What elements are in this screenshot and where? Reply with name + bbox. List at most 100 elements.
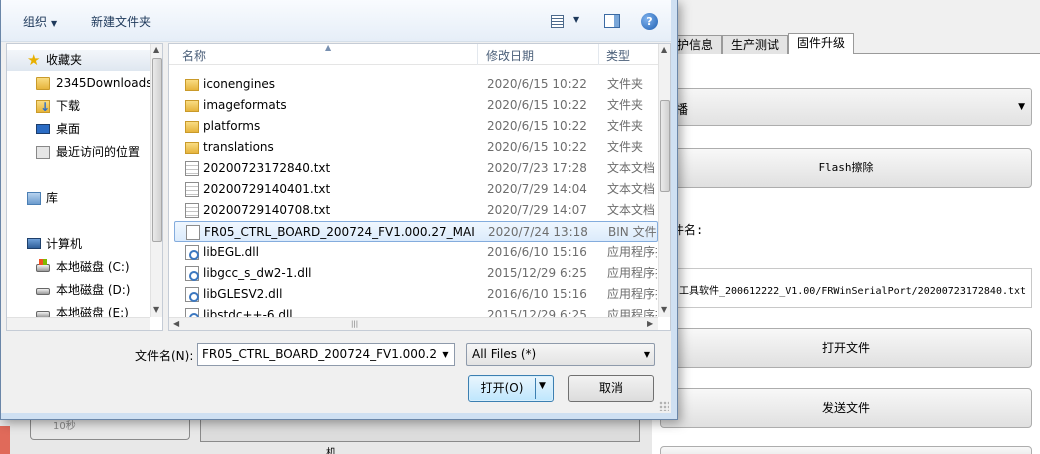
folder-icon: [185, 142, 199, 154]
file-name: 20200729140708.txt: [203, 203, 331, 217]
nav-computer-label: 计算机: [46, 237, 83, 251]
background-corner-decoration: [0, 426, 10, 454]
file-date: 2020/7/29 14:07: [487, 203, 587, 217]
folder-icon: [185, 121, 199, 133]
file-path-field[interactable]: 工具软件_200612222_V1.00/FRWinSerialPort/202…: [660, 268, 1032, 308]
help-icon[interactable]: ?: [641, 13, 658, 30]
column-header-name[interactable]: 名称: [182, 47, 206, 64]
file-row[interactable]: 20200729140401.txt 2020/7/29 14:04 文本文档: [174, 179, 658, 200]
scrollbar-thumb[interactable]: [152, 58, 162, 242]
open-split-button[interactable]: 打开(O) ▼: [468, 375, 554, 402]
file-row[interactable]: libEGL.dll 2016/6/10 15:16 应用程序扩展: [174, 242, 658, 263]
file-name: libEGL.dll: [203, 245, 259, 259]
nav-libraries-header[interactable]: 库: [7, 188, 152, 209]
file-type: 文本文档: [607, 203, 656, 217]
scroll-down-icon[interactable]: ▼: [661, 305, 667, 314]
nav-item-drive-d[interactable]: 本地磁盘 (D:): [7, 280, 152, 301]
file-row[interactable]: platforms 2020/6/15 10:22 文件夹: [174, 116, 658, 137]
open-file-dialog: 组织▼ 新建文件夹 ▼ ? ★ 收藏夹 2345Downloads 下载: [0, 0, 678, 420]
chevron-down-icon: ▼: [51, 19, 58, 28]
cancel-button[interactable]: 取消: [568, 375, 654, 402]
desktop-icon: [36, 124, 50, 134]
file-name: translations: [203, 140, 274, 154]
nav-item-drive-c[interactable]: 本地磁盘 (C:): [7, 257, 152, 278]
file-row[interactable]: FR05_CTRL_BOARD_200724_FV1.000.27_MAI...…: [174, 221, 658, 242]
change-view-button[interactable]: ▼: [549, 13, 585, 31]
nav-computer-header[interactable]: 计算机: [7, 234, 152, 255]
file-date: 2020/6/15 10:22: [487, 119, 587, 133]
dll-file-icon: [185, 287, 199, 302]
file-row[interactable]: libgcc_s_dw2-1.dll 2015/12/29 6:25 应用程序扩展: [174, 263, 658, 284]
nav-item-downloads[interactable]: 下载: [7, 96, 152, 118]
column-header-date[interactable]: 修改日期: [486, 47, 534, 64]
file-name-input[interactable]: FR05_CTRL_BOARD_200724_FV1.000.27_MAIN.b…: [197, 343, 455, 366]
scroll-up-icon[interactable]: ▲: [153, 45, 159, 54]
column-header-type[interactable]: 类型: [606, 47, 630, 64]
chevron-down-icon[interactable]: ▼: [539, 381, 546, 391]
dialog-toolbar: 组织 ▼ 新建文件夹 ▼ ?: [1, 0, 671, 42]
file-row[interactable]: imageformats 2020/6/15 10:22 文件夹: [174, 95, 658, 116]
file-type: 应用程序扩展: [607, 287, 657, 301]
new-folder-button[interactable]: 新建文件夹: [91, 13, 151, 30]
tab-production-test[interactable]: 生产测试: [722, 35, 789, 54]
file-date: 2020/7/29 14:04: [487, 182, 587, 196]
column-divider[interactable]: [477, 44, 478, 65]
nav-vertical-scrollbar[interactable]: ▲ ▼: [150, 44, 162, 317]
scroll-right-icon[interactable]: ▶: [647, 319, 653, 328]
scroll-down-icon[interactable]: ▼: [153, 305, 159, 314]
folder-icon: [185, 79, 199, 91]
library-icon: [27, 192, 41, 205]
file-name: 20200729140401.txt: [203, 182, 331, 196]
organize-label: 组织: [23, 15, 48, 29]
download-folder-icon: [36, 97, 50, 118]
background-button-partial[interactable]: [660, 446, 1032, 454]
timeout-field[interactable]: 10秒: [30, 418, 190, 440]
file-date: 2020/7/23 17:28: [487, 161, 587, 175]
file-row[interactable]: 20200723172840.txt 2020/7/23 17:28 文本文档: [174, 158, 658, 179]
file-type: BIN 文件: [608, 225, 657, 239]
file-type-select[interactable]: All Files (*) ▼: [466, 343, 655, 366]
file-name: iconengines: [203, 77, 276, 91]
dll-file-icon: [185, 266, 199, 281]
file-row[interactable]: iconengines 2020/6/15 10:22 文件夹: [174, 74, 658, 95]
file-type: 文件夹: [607, 98, 644, 112]
text-file-icon: [185, 161, 199, 176]
dialog-body: 组织▼ 新建文件夹 ▼ ? ★ 收藏夹 2345Downloads 下载: [1, 0, 671, 413]
computer-icon: [27, 238, 41, 249]
open-file-button[interactable]: 打开文件: [660, 328, 1032, 368]
file-name: 20200723172840.txt: [203, 161, 331, 175]
nav-item-recent-places[interactable]: 最近访问的位置: [7, 142, 152, 163]
file-list-horizontal-scrollbar[interactable]: ◀ ||| ▶: [169, 317, 658, 330]
file-type: 文件夹: [607, 77, 644, 91]
file-row[interactable]: libGLESV2.dll 2016/6/10 15:16 应用程序扩展: [174, 284, 658, 305]
file-row[interactable]: 20200729140708.txt 2020/7/29 14:07 文本文档: [174, 200, 658, 221]
folder-icon: [185, 100, 199, 112]
nav-item-desktop[interactable]: 桌面: [7, 119, 152, 140]
text-file-icon: [185, 182, 199, 197]
nav-horizontal-scrollbar[interactable]: [7, 317, 150, 330]
scroll-up-icon[interactable]: ▲: [661, 45, 667, 54]
scroll-left-icon[interactable]: ◀: [173, 319, 179, 328]
nav-item-2345downloads[interactable]: 2345Downloads: [7, 73, 152, 94]
background-field[interactable]: [200, 418, 640, 442]
file-list-vertical-scrollbar[interactable]: ▲ ▼: [658, 44, 670, 317]
file-type-value: All Files (*): [472, 347, 537, 361]
flash-erase-button[interactable]: Flash擦除: [660, 148, 1032, 188]
chevron-down-icon[interactable]: ▼: [437, 344, 454, 365]
text-file-icon: [185, 203, 199, 218]
view-grid-icon: [551, 15, 564, 28]
nav-favorites-header[interactable]: ★ 收藏夹: [7, 50, 152, 71]
scrollbar-thumb[interactable]: [660, 100, 670, 192]
column-divider[interactable]: [598, 44, 599, 65]
mode-combo-box[interactable]: 播 ▼: [660, 88, 1032, 126]
send-file-button[interactable]: 发送文件: [660, 388, 1032, 428]
resize-grip-icon[interactable]: [659, 401, 669, 411]
file-row[interactable]: translations 2020/6/15 10:22 文件夹: [174, 137, 658, 158]
preview-pane-icon[interactable]: [604, 14, 620, 28]
organize-menu-button[interactable]: 组织 ▼: [23, 13, 57, 30]
tab-firmware-upgrade[interactable]: 固件升级: [788, 33, 855, 54]
scrollbar-thumb[interactable]: |||: [351, 320, 363, 329]
file-type: 文件夹: [607, 119, 644, 133]
system-drive-icon: [36, 259, 50, 272]
open-button-label[interactable]: 打开(O): [469, 376, 535, 401]
